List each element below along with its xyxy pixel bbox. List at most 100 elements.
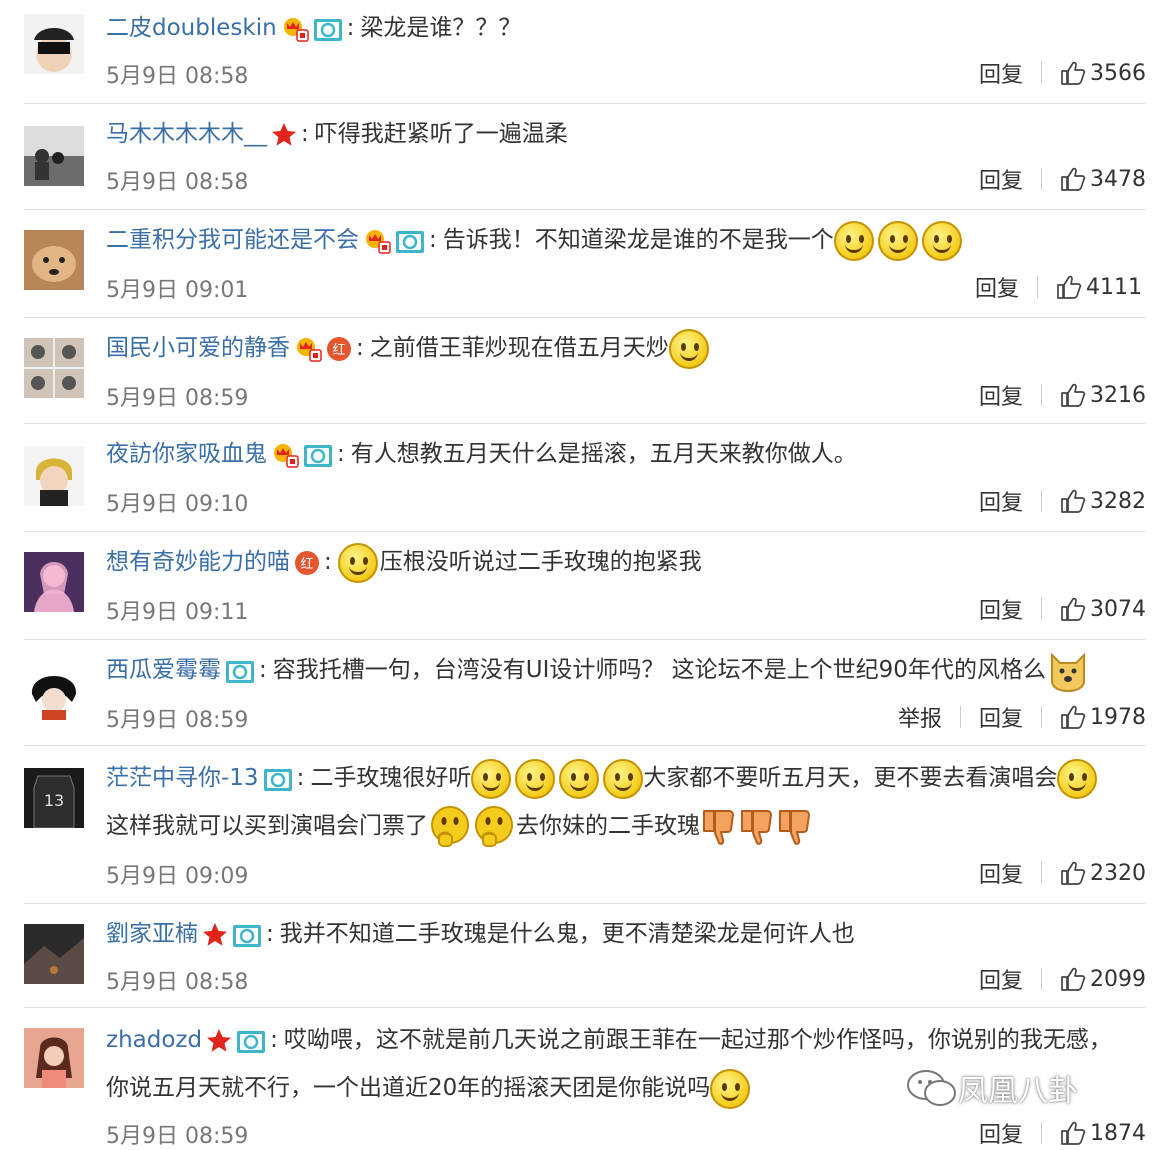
reply-button[interactable]: 回复 <box>979 593 1023 625</box>
like-count: 3566 <box>1090 60 1146 86</box>
camera-icon[interactable] <box>313 16 343 42</box>
comment-item: 二重积分我可能还是不会: 告诉我！不知道梁龙是谁的不是我一个 5月9日 09:01… <box>24 210 1146 318</box>
vip-crown-icon[interactable] <box>281 16 309 42</box>
thumbs-up-icon[interactable] <box>1060 596 1086 622</box>
commenter-name[interactable]: 劉家亚楠 <box>106 921 198 947</box>
like-count: 3282 <box>1090 488 1146 514</box>
commenter-name[interactable]: 马木木木木木__ <box>106 121 267 147</box>
camera-icon[interactable] <box>232 922 262 948</box>
comment-item: 马木木木木木__: 吓得我赶紧听了一遍温柔 5月9日 08:58 回复 3478 <box>24 104 1146 210</box>
star-icon[interactable] <box>206 1028 232 1054</box>
vip-crown-icon[interactable] <box>271 442 299 468</box>
thumbs-up-icon[interactable] <box>1060 966 1086 992</box>
thumbs-up-icon[interactable] <box>1056 274 1082 300</box>
like-count: 3074 <box>1090 596 1146 622</box>
divider <box>1037 276 1038 298</box>
thumbs-up-icon[interactable] <box>1060 382 1086 408</box>
red-badge-icon[interactable] <box>326 336 352 362</box>
thumbs-down-icon <box>776 807 814 847</box>
comment-text: 去你妹的二手玫瑰 <box>516 813 700 839</box>
comment-time: 5月9日 09:09 <box>106 864 249 889</box>
watermark-text: 凤凰八卦 <box>958 1074 1078 1109</box>
divider <box>1041 384 1042 406</box>
svg-text:13: 13 <box>44 791 64 810</box>
like-count: 1978 <box>1090 704 1146 730</box>
avatar[interactable] <box>24 924 84 984</box>
camera-icon[interactable] <box>263 766 293 792</box>
avatar[interactable] <box>24 552 84 612</box>
avatar[interactable] <box>24 14 84 74</box>
commenter-name[interactable]: 夜訪你家吸血鬼 <box>106 441 267 467</box>
reply-button[interactable]: 回复 <box>979 57 1023 89</box>
smile-icon <box>833 220 874 261</box>
vip-crown-icon[interactable] <box>363 228 391 254</box>
reply-button[interactable]: 回复 <box>979 963 1023 995</box>
reply-button[interactable]: 回复 <box>979 485 1023 517</box>
smile-icon <box>710 1068 751 1109</box>
commenter-name[interactable]: 茫茫中寻你-13 <box>106 765 259 791</box>
reply-button[interactable]: 回复 <box>979 701 1023 733</box>
avatar[interactable] <box>24 1028 84 1088</box>
like-count: 3216 <box>1090 382 1146 408</box>
reply-button[interactable]: 回复 <box>975 271 1019 303</box>
comment-time: 5月9日 08:59 <box>106 386 249 411</box>
thinking-face-icon <box>428 805 472 849</box>
camera-icon[interactable] <box>225 658 255 684</box>
avatar[interactable] <box>24 126 84 186</box>
thumbs-up-icon[interactable] <box>1060 704 1086 730</box>
avatar[interactable] <box>24 338 84 398</box>
commenter-name[interactable]: 二皮doubleskin <box>106 15 277 41</box>
camera-icon[interactable] <box>303 442 333 468</box>
divider <box>1041 706 1042 728</box>
comment-text: 压根没听说过二手玫瑰的抱紧我 <box>379 549 702 575</box>
divider <box>1041 62 1042 84</box>
vip-crown-icon[interactable] <box>294 336 322 362</box>
thumbs-up-icon[interactable] <box>1060 60 1086 86</box>
comment-time: 5月9日 08:58 <box>106 64 249 89</box>
star-icon[interactable] <box>202 922 228 948</box>
comment-text: 大家都不要听五月天，更不要去看演唱会 <box>643 765 1058 791</box>
star-icon[interactable] <box>271 122 297 148</box>
thumbs-up-icon[interactable] <box>1060 1120 1086 1146</box>
thumbs-up-icon[interactable] <box>1060 166 1086 192</box>
thumbs-up-icon[interactable] <box>1060 488 1086 514</box>
divider <box>959 706 961 728</box>
report-button[interactable]: 举报 <box>898 701 942 733</box>
avatar[interactable] <box>24 446 84 506</box>
comment-text: 这样我就可以买到演唱会门票了 <box>106 813 428 839</box>
doge-icon <box>1046 649 1090 693</box>
smile-icon <box>603 758 644 799</box>
reply-button[interactable]: 回复 <box>979 1117 1023 1149</box>
commenter-name[interactable]: 想有奇妙能力的喵 <box>106 549 290 575</box>
reply-button[interactable]: 回复 <box>979 163 1023 195</box>
comment-time: 5月9日 08:59 <box>106 1124 249 1149</box>
comment-text: 有人想教五月天什么是摇滚，五月天来教你做人。 <box>350 441 857 467</box>
avatar[interactable]: 13 <box>24 768 84 828</box>
commenter-name[interactable]: zhadozd <box>106 1027 202 1053</box>
avatar[interactable] <box>24 230 84 290</box>
commenter-name[interactable]: 国民小可爱的静香 <box>106 335 290 361</box>
comment-item: 西瓜爱霉霉: 容我托槽一句，台湾没有UI设计师吗？ 这论坛不是上个世纪90年代的风… <box>24 640 1146 746</box>
comment-item: 13 茫茫中寻你-13: 二手玫瑰很好听 大家都不要听五月天，更不要去看演唱会 这样我… <box>24 746 1146 904</box>
red-badge-icon[interactable] <box>294 550 320 576</box>
thumbs-up-icon[interactable] <box>1060 860 1086 886</box>
commenter-name[interactable]: 二重积分我可能还是不会 <box>106 227 359 253</box>
comment-time: 5月9日 08:59 <box>106 708 249 733</box>
thumbs-down-icon <box>738 807 776 847</box>
avatar[interactable] <box>24 660 84 720</box>
commenter-name[interactable]: 西瓜爱霉霉 <box>106 657 221 683</box>
comment-text: 梁龙是谁？？？ <box>360 15 522 41</box>
comment-item: 想有奇妙能力的喵: 压根没听说过二手玫瑰的抱紧我 5月9日 09:11 回复 30… <box>24 532 1146 640</box>
comment-item: 劉家亚楠: 我并不知道二手玫瑰是什么鬼，更不清楚梁龙是何许人也 5月9日 08:5… <box>24 904 1146 1008</box>
divider <box>1041 1122 1042 1144</box>
reply-button[interactable]: 回复 <box>979 857 1023 889</box>
comment-text: 吓得我赶紧听了一遍温柔 <box>314 121 568 147</box>
camera-icon[interactable] <box>236 1028 266 1054</box>
smile-icon <box>471 758 512 799</box>
watermark: 凤凰八卦 <box>906 1066 1078 1110</box>
smile-icon <box>668 328 709 369</box>
camera-icon[interactable] <box>395 228 425 254</box>
comment-time: 5月9日 08:58 <box>106 170 249 195</box>
reply-button[interactable]: 回复 <box>979 379 1023 411</box>
smile-icon <box>877 220 918 261</box>
